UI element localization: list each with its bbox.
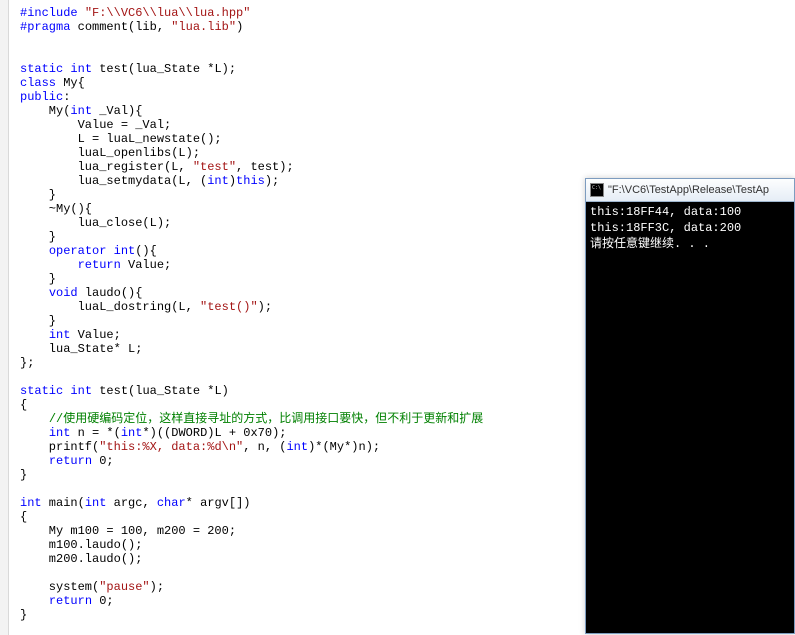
console-app-icon <box>590 183 604 197</box>
console-window[interactable]: "F:\VC6\TestApp\Release\TestAp this:18FF… <box>585 178 795 634</box>
console-output: this:18FF44, data:100 this:18FF3C, data:… <box>586 202 794 633</box>
editor-gutter <box>0 0 9 635</box>
console-title: "F:\VC6\TestApp\Release\TestAp <box>608 184 769 196</box>
console-titlebar[interactable]: "F:\VC6\TestApp\Release\TestAp <box>586 179 794 202</box>
